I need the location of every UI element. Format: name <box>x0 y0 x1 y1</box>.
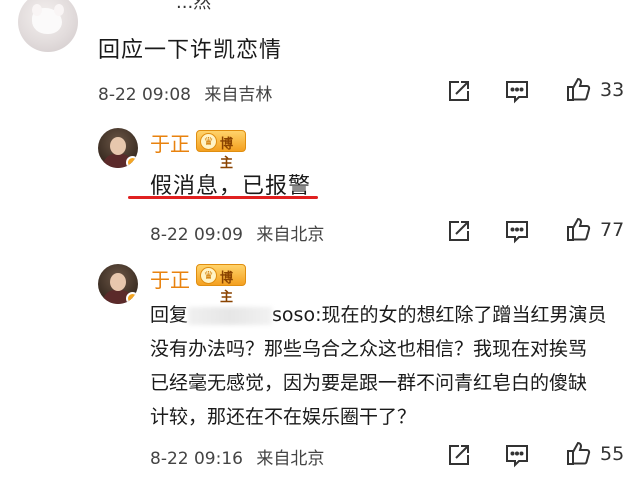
verified-badge-icon <box>126 292 138 304</box>
share-icon[interactable] <box>446 218 472 244</box>
thumbs-up-icon[interactable] <box>566 76 592 102</box>
timestamp: 8-22 09:16 <box>150 449 243 469</box>
verified-badge-icon <box>126 156 138 168</box>
username[interactable]: 于正 <box>150 128 190 157</box>
thumbs-up-icon[interactable] <box>566 440 592 466</box>
reply-line: 已经毫无感觉，因为要是跟一群不问青红皂白的傻缺 <box>150 372 588 394</box>
avatar[interactable] <box>18 0 78 52</box>
username[interactable]: ...然 <box>176 0 211 14</box>
comment-icon[interactable] <box>504 442 530 468</box>
crown-icon: ♛ <box>200 133 217 150</box>
location: 来自北京 <box>256 225 325 245</box>
reply-line: 没有办法吗？那些乌合之众这也相信？我现在对挨骂 <box>150 338 588 360</box>
comment-icon[interactable] <box>504 218 530 244</box>
reply-text: 回复 soso:现在的女的想红除了蹭当红男演员 没有办法吗？那些乌合之众这也相信？… <box>150 298 620 434</box>
like-count: 77 <box>600 219 625 241</box>
share-icon[interactable] <box>446 442 472 468</box>
avatar-face <box>110 273 126 291</box>
reply-line: 计较，那还在不在娱乐圈干了？ <box>150 406 417 428</box>
avatar-ear-left <box>32 4 42 16</box>
comment-meta: 8-22 09:16 来自北京 <box>150 444 324 469</box>
reply-prefix: 回复 <box>150 304 189 326</box>
avatar[interactable] <box>98 264 138 304</box>
share-icon[interactable] <box>446 78 472 104</box>
author-badge: ♛ 博主 <box>196 264 246 305</box>
location: 来自吉林 <box>204 85 273 105</box>
timestamp: 8-22 09:08 <box>98 85 191 105</box>
like-count: 55 <box>600 443 625 465</box>
crown-icon: ♛ <box>200 267 217 284</box>
thumbs-up-icon[interactable] <box>566 216 592 242</box>
avatar[interactable] <box>98 128 138 168</box>
avatar-face <box>110 137 126 155</box>
author-badge: ♛ 博主 <box>196 130 246 171</box>
location: 来自北京 <box>256 449 325 469</box>
avatar-ear-right <box>54 4 64 16</box>
comment-text: 回应一下许凯恋情 <box>98 38 283 63</box>
red-underline <box>128 196 318 199</box>
like-count: 33 <box>600 79 625 101</box>
username[interactable]: 于正 <box>150 264 190 293</box>
timestamp: 8-22 09:09 <box>150 225 243 245</box>
comment-meta: 8-22 09:09 来自北京 <box>150 220 324 245</box>
comment-icon[interactable] <box>504 78 530 104</box>
reply-target[interactable]: soso: <box>272 304 321 326</box>
author-badge-label: 博主 <box>220 137 234 171</box>
reply-line: 回复 soso:现在的女的想红除了蹭当红男演员 <box>150 304 607 326</box>
blurred-username <box>188 306 273 325</box>
comment-meta: 8-22 09:08 来自吉林 <box>98 80 272 105</box>
